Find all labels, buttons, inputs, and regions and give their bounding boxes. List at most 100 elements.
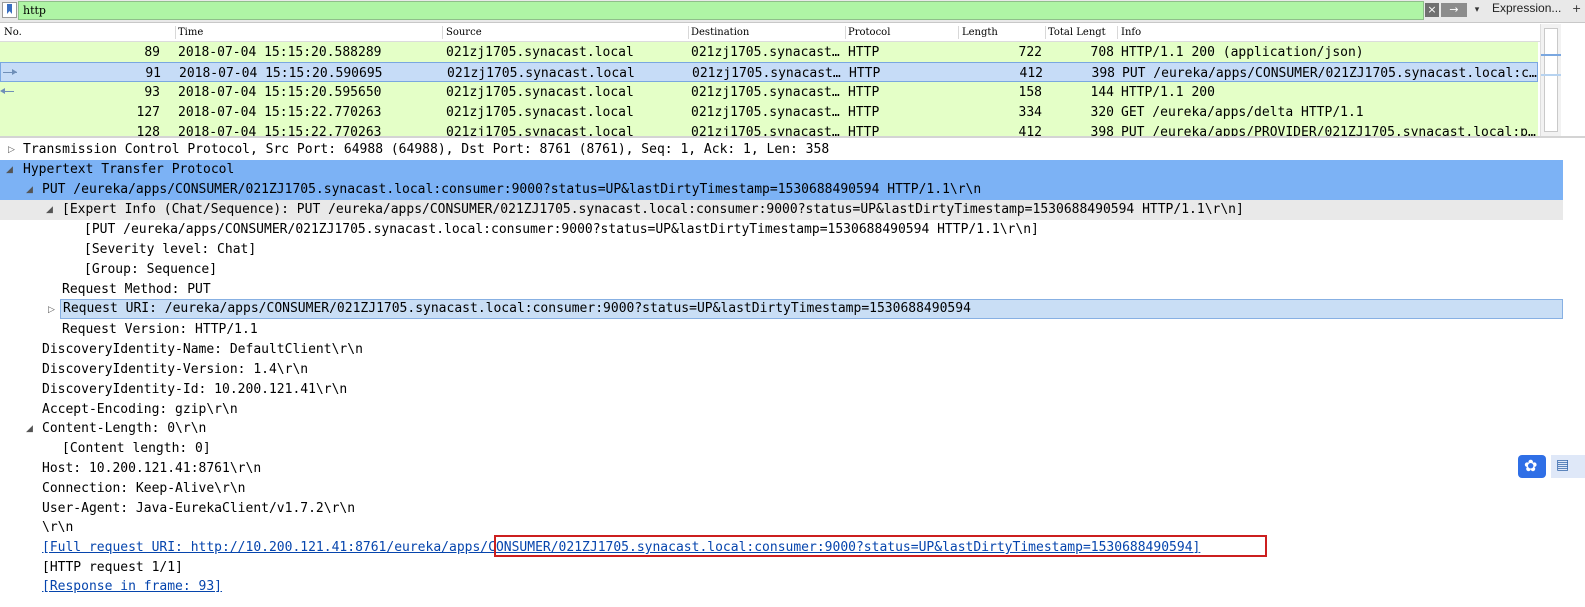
scrollbar-thumb[interactable] <box>1544 28 1558 132</box>
tree-item-label: \r\n <box>42 520 74 535</box>
bookmark-icon[interactable] <box>2 2 17 18</box>
tree-item-label: [PUT /eureka/apps/CONSUMER/021ZJ1705.syn… <box>84 222 1039 237</box>
packet-source: 021zj1705.synacast.local <box>446 85 634 100</box>
packet-list-header: No. Time Source Destination Protocol Len… <box>0 24 1540 42</box>
packet-source: 021zj1705.synacast.local <box>446 45 634 60</box>
tree-item-http-request[interactable]: [HTTP request 1/1] <box>42 558 183 578</box>
packet-source: 021zj1705.synacast.local <box>446 125 634 138</box>
collapse-triangle-icon[interactable]: ◢ <box>26 419 33 439</box>
column-header-source[interactable]: Source <box>446 27 482 38</box>
tree-item-header[interactable]: DiscoveryIdentity-Name: DefaultClient\r\… <box>42 340 363 360</box>
tree-item-request-version[interactable]: Request Version: HTTP/1.1 <box>62 320 258 340</box>
packet-info: GET /eureka/apps/delta HTTP/1.1 <box>1121 105 1364 120</box>
tree-item-header[interactable]: DiscoveryIdentity-Id: 10.200.121.41\r\n <box>42 380 347 400</box>
tree-item-label: Accept-Encoding: gzip\r\n <box>42 402 238 417</box>
packet-protocol: HTTP <box>849 66 881 81</box>
packet-no: 91 <box>145 66 161 81</box>
tree-item-label: Connection: Keep-Alive\r\n <box>42 481 246 496</box>
packet-time: 2018-07-04 15:15:20.588289 <box>178 45 382 60</box>
display-filter-input[interactable] <box>18 1 1424 20</box>
selected-packet-marker <box>1541 54 1561 56</box>
packet-destination: 021zj1705.synacast.local <box>691 125 841 138</box>
tree-item-expert-message[interactable]: [PUT /eureka/apps/CONSUMER/021ZJ1705.syn… <box>84 220 1039 240</box>
packet-length: 412 <box>1018 125 1042 138</box>
packet-destination: 021zj1705.synacast.local <box>691 85 841 100</box>
tree-item-label: [Group: Sequence] <box>84 262 218 277</box>
column-header-time[interactable]: Time <box>178 27 203 38</box>
related-packet-marker <box>1541 74 1561 76</box>
packet-no: 89 <box>144 45 160 60</box>
display-filter-toolbar: × → ▾ Expression... + <box>0 0 1585 23</box>
add-filter-icon[interactable]: + <box>1572 2 1581 15</box>
packet-total-length: 398 <box>1091 66 1115 81</box>
packet-no: 93 <box>144 85 160 100</box>
chevron-down-icon[interactable]: ▾ <box>1470 3 1484 17</box>
tree-item-header[interactable]: DiscoveryIdentity-Version: 1.4\r\n <box>42 360 308 380</box>
packet-destination: 021zj1705.synacast.local <box>691 105 841 120</box>
column-header-length[interactable]: Length <box>962 27 998 38</box>
packet-total-length: 144 <box>1090 85 1114 100</box>
collapse-triangle-icon[interactable]: ◢ <box>6 160 13 180</box>
tree-item-label: [Response in frame: 93] <box>42 579 223 594</box>
tree-item-header[interactable]: Connection: Keep-Alive\r\n <box>42 479 246 499</box>
packet-length: 412 <box>1019 66 1043 81</box>
tree-item-header[interactable]: Accept-Encoding: gzip\r\n <box>42 400 238 420</box>
expand-triangle-icon[interactable]: ▷ <box>8 140 15 160</box>
packet-length: 158 <box>1018 85 1042 100</box>
collapse-triangle-icon[interactable]: ◢ <box>46 200 53 220</box>
packet-row[interactable]: 128 2018-07-04 15:15:22.770263 021zj1705… <box>0 122 1538 138</box>
packet-row-selected[interactable]: 91 2018-07-04 15:15:20.590695 021zj1705.… <box>0 62 1538 82</box>
column-header-info[interactable]: Info <box>1121 27 1141 38</box>
packet-list-scrollbar[interactable] <box>1540 24 1561 136</box>
tree-item-label: Request URI: /eureka/apps/CONSUMER/021ZJ… <box>63 301 971 316</box>
packet-no: 127 <box>136 105 160 120</box>
expand-triangle-icon[interactable]: ▷ <box>48 300 55 320</box>
packet-length: 334 <box>1018 105 1042 120</box>
tree-item-crlf[interactable]: \r\n <box>42 518 73 538</box>
tree-item-label: [Content length: 0] <box>62 441 211 456</box>
expression-button[interactable]: Expression... <box>1492 1 1561 15</box>
clear-filter-icon[interactable]: × <box>1425 3 1439 17</box>
packet-destination: 021zj1705.synacast.local <box>691 45 841 60</box>
tree-item-header[interactable]: User-Agent: Java-EurekaClient/v1.7.2\r\n <box>42 499 355 519</box>
packet-protocol: HTTP <box>848 125 880 138</box>
packet-info: HTTP/1.1 200 <box>1121 85 1215 100</box>
floating-panel-icon[interactable] <box>1551 455 1585 478</box>
packet-protocol: HTTP <box>848 85 880 100</box>
packet-row[interactable]: 89 2018-07-04 15:15:20.588289 021zj1705.… <box>0 42 1538 62</box>
tree-item-request-uri[interactable]: ▷ Request URI: /eureka/apps/CONSUMER/021… <box>48 299 1563 319</box>
tree-item-http[interactable]: ◢ Hypertext Transfer Protocol <box>0 160 1563 180</box>
tree-item-header[interactable]: Host: 10.200.121.41:8761\r\n <box>42 459 261 479</box>
apply-filter-icon[interactable]: → <box>1441 3 1467 17</box>
packet-destination: 021zj1705.synacast.local <box>692 66 842 81</box>
collapse-triangle-icon[interactable]: ◢ <box>26 180 33 200</box>
tree-item-request-line[interactable]: ◢ PUT /eureka/apps/CONSUMER/021ZJ1705.sy… <box>0 180 1563 200</box>
column-header-destination[interactable]: Destination <box>691 27 749 38</box>
packet-time: 2018-07-04 15:15:20.590695 <box>179 66 383 81</box>
tree-item-label: Request Version: HTTP/1.1 <box>62 322 258 337</box>
column-header-protocol[interactable]: Protocol <box>848 27 890 38</box>
packet-time: 2018-07-04 15:15:22.770263 <box>178 125 382 138</box>
packet-total-length: 708 <box>1090 45 1114 60</box>
tree-item-label: User-Agent: Java-EurekaClient/v1.7.2\r\n <box>42 501 356 516</box>
tree-item-request-method[interactable]: Request Method: PUT <box>62 280 211 300</box>
tree-item-label: Host: 10.200.121.41:8761\r\n <box>42 461 262 476</box>
tree-item-label: [Severity level: Chat] <box>84 242 257 257</box>
packet-length: 722 <box>1018 45 1042 60</box>
response-frame-link[interactable]: [Response in frame: 93] <box>42 577 222 597</box>
column-header-total-length[interactable]: Total Lengt <box>1048 27 1106 38</box>
packet-source: 021zj1705.synacast.local <box>446 105 634 120</box>
tree-item-severity[interactable]: [Severity level: Chat] <box>84 240 256 260</box>
floating-cloud-icon[interactable] <box>1518 455 1546 478</box>
column-header-no[interactable]: No. <box>4 27 22 38</box>
tree-item-content-length-value[interactable]: [Content length: 0] <box>62 439 211 459</box>
packet-info: PUT /eureka/apps/PROVIDER/021ZJ1705.syna… <box>1121 125 1537 138</box>
packet-time: 2018-07-04 15:15:22.770263 <box>178 105 382 120</box>
tree-item-expert-info[interactable]: ◢ [Expert Info (Chat/Sequence): PUT /eur… <box>0 200 1563 220</box>
tree-item-group[interactable]: [Group: Sequence] <box>84 260 217 280</box>
packet-row[interactable]: 127 2018-07-04 15:15:22.770263 021zj1705… <box>0 102 1538 122</box>
tree-item-label: [Expert Info (Chat/Sequence): PUT /eurek… <box>62 202 1244 217</box>
packet-row[interactable]: 93 2018-07-04 15:15:20.595650 021zj1705.… <box>0 82 1538 102</box>
tree-item-label: Content-Length: 0\r\n <box>42 421 207 436</box>
annotation-highlight-box <box>494 535 1267 557</box>
